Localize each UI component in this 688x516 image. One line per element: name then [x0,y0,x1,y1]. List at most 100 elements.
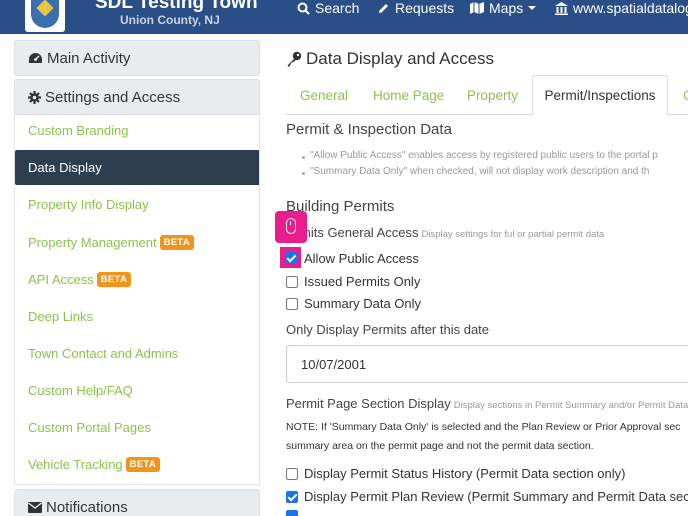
summary-data-only-option[interactable]: Summary Data Only [286,296,421,311]
beta-badge: BETA [125,457,161,472]
nav-requests-label: Requests [395,0,455,16]
mouse-click-marker [275,211,307,243]
nav-maps-label: Maps [489,0,524,16]
sidebar-item-label: Custom Portal Pages [28,420,151,435]
tab-label: Property [467,87,519,103]
county-name: Union County, NJ [120,13,220,27]
tab-bar: General Home Page Property Permit/Inspec… [286,75,688,116]
sidebar-item-vehicle-tracking[interactable]: Vehicle Tracking BETA [15,447,259,482]
date-filter-value: 10/07/2001 [301,356,367,372]
allow-public-access-checkbox-highlighted[interactable] [285,252,297,264]
section-display-note: NOTE: If 'Summary Data Only' is selected… [286,418,688,456]
map-icon [470,2,484,14]
envelope-icon [28,501,42,513]
sidebar-item-data-display[interactable]: Data Display [15,150,259,185]
sidebar-item-custom-help[interactable]: Custom Help/FAQ [15,373,259,408]
dashboard-icon [29,52,42,63]
tab-general[interactable]: General [300,75,348,115]
general-access-hint: Display settings for ful or partial perm… [421,229,605,240]
date-filter-label: Only Display Permits after this date [286,322,490,337]
date-filter-input[interactable]: 10/07/2001 [286,345,688,383]
search-icon [297,2,310,15]
town-name[interactable]: SDL Testing Town [95,0,258,14]
sidebar-item-town-contact[interactable]: Town Contact and Admins [15,336,259,371]
note-summary-data-only: "Summary Data Only" when checked, will n… [310,166,650,177]
sidebar-item-label: Deep Links [28,309,94,324]
note-allow-public-access: "Allow Public Access" enables access by … [310,150,658,161]
general-access-label-text: mits General Access [300,225,419,240]
bullet [302,156,305,159]
nav-website[interactable]: www.spatialdatalogic [555,0,688,16]
chevron-down-icon [528,6,537,10]
app-window: { "header": { "town_name": "SDL Testing … [0,0,688,516]
tab-more[interactable]: C [683,75,688,115]
notifications-panel[interactable]: Notifications [14,489,260,516]
issued-permits-only-checkbox[interactable] [286,275,298,288]
settings-access-panel[interactable]: Settings and Access [14,79,260,115]
notifications-label: Notifications [46,498,128,516]
sidebar-item-label: Custom Help/FAQ [28,383,133,398]
section-display-label: Permit Page Section Display Display secti… [286,396,688,411]
nav-search-label: Search [315,0,360,16]
town-seal-logo[interactable] [25,0,65,32]
beta-badge: BETA [96,272,132,287]
checkbox-label: Issued Permits Only [304,274,421,289]
nav-maps[interactable]: Maps [470,0,537,16]
tab-permit-inspections[interactable]: Permit/Inspections [532,75,668,116]
section-note-line: summary area on the permit page and not … [286,440,594,452]
settings-access-label: Settings and Access [45,88,181,106]
page-title-text: Data Display and Access [306,49,495,68]
sidebar-item-property-management[interactable]: Property Management BETA [15,225,259,260]
checkbox-label: Display Permit Plan Review (Permit Summa… [304,489,688,504]
summary-data-only-checkbox[interactable] [286,297,298,310]
main-activity-label: Main Activity [47,49,131,67]
top-navbar: SDL Testing Town Union County, NJ Search… [0,0,688,34]
status-history-checkbox[interactable] [286,467,298,480]
tab-label: Permit/Inspections [544,88,656,103]
sidebar-item-label: API Access [28,272,94,287]
page-title: Data Display and Access [286,49,494,69]
allow-public-access-option[interactable]: Allow Public Access [286,251,419,266]
sidebar-item-label: Data Display [28,160,102,175]
key-icon [287,51,302,67]
section-display-hint: Display sections in Permit Summary and/o… [453,400,688,411]
plan-review-option[interactable]: Display Permit Plan Review (Permit Summa… [286,489,688,504]
sidebar-item-label: Vehicle Tracking [28,457,123,472]
sidebar-item-custom-branding[interactable]: Custom Branding [15,114,259,148]
institution-icon [555,1,568,15]
sidebar-item-label: Property Management [28,235,157,250]
bullet [302,172,305,175]
general-access-label: mits General Access Display settings for … [300,225,604,240]
nav-search[interactable]: Search [297,0,359,16]
plan-review-checkbox[interactable] [286,490,298,503]
checkbox-label: Summary Data Only [304,296,422,311]
mouse-icon [286,218,296,234]
tab-property[interactable]: Property [467,75,518,115]
nav-requests[interactable]: Requests [377,0,454,16]
gear-icon [28,90,41,104]
sidebar-item-label: Property Info Display [28,197,149,212]
tab-home-page[interactable]: Home Page [373,75,444,115]
sidebar-item-label: Town Contact and Admins [28,346,179,361]
beta-badge: BETA [159,235,194,250]
section-display-label-text: Permit Page Section Display [286,396,451,411]
tab-label: General [300,87,349,103]
main-activity-panel[interactable]: Main Activity [14,40,260,76]
next-checkbox-partial[interactable] [286,510,298,516]
tab-label: C [683,87,688,103]
sidebar-item-deep-links[interactable]: Deep Links [15,299,259,334]
permit-inspection-heading: Permit & Inspection Data [286,121,452,138]
tab-label: Home Page [373,87,445,103]
sidebar-item-custom-portal-pages[interactable]: Custom Portal Pages [15,410,259,445]
checkbox-label: Display Permit Status History (Permit Da… [304,466,626,481]
sidebar-item-label: Custom Branding [28,123,129,138]
issued-permits-only-option[interactable]: Issued Permits Only [286,274,420,289]
checkbox-label: Allow Public Access [304,251,419,266]
section-note-line: NOTE: If 'Summary Data Only' is selected… [286,421,681,433]
status-history-option[interactable]: Display Permit Status History (Permit Da… [286,466,625,481]
sidebar-item-api-access[interactable]: API Access BETA [15,262,259,297]
pencil-icon [379,3,388,13]
settings-menu: Custom Branding Data Display Property In… [14,114,260,485]
nav-website-label: www.spatialdatalogic [573,0,688,16]
sidebar-item-property-info-display[interactable]: Property Info Display [15,187,259,222]
